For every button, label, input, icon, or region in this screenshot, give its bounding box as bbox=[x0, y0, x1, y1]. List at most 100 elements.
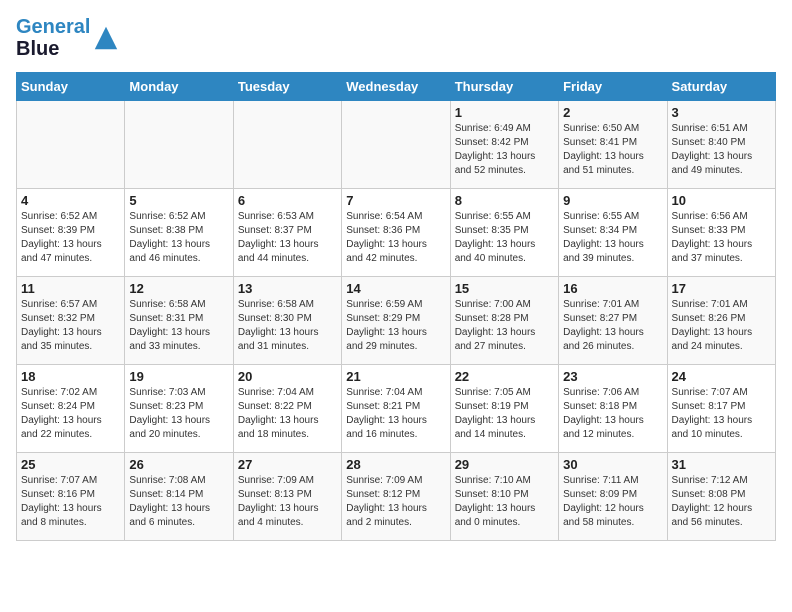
header-day: Wednesday bbox=[342, 73, 450, 101]
day-number: 10 bbox=[672, 193, 771, 208]
calendar-cell: 23 Sunrise: 7:06 AM Sunset: 8:18 PM Dayli… bbox=[559, 365, 667, 453]
day-number: 18 bbox=[21, 369, 120, 384]
day-info: Sunrise: 6:52 AM Sunset: 8:39 PM Dayligh… bbox=[21, 210, 120, 266]
day-number: 27 bbox=[238, 457, 337, 472]
calendar-cell: 21Sunrise: 7:04 AM Sunset: 8:21 PM Dayli… bbox=[342, 365, 450, 453]
calendar-cell bbox=[342, 101, 450, 189]
calendar-cell: 14 Sunrise: 6:59 AM Sunset: 8:29 PM Dayli… bbox=[342, 277, 450, 365]
day-info: Sunrise: 6:51 AM Sunset: 8:40 PM Dayligh… bbox=[672, 122, 771, 178]
day-info: Sunrise: 6:54 AM Sunset: 8:36 PM Dayligh… bbox=[346, 210, 445, 266]
calendar-cell: 12 Sunrise: 6:58 AM Sunset: 8:31 PM Dayli… bbox=[125, 277, 233, 365]
day-number: 20 bbox=[238, 369, 337, 384]
calendar-cell: 1 Sunrise: 6:49 AM Sunset: 8:42 PM Daylig… bbox=[450, 101, 558, 189]
day-info: Sunrise: 6:53 AM Sunset: 8:37 PM Dayligh… bbox=[238, 210, 337, 266]
calendar-cell: 25Sunrise: 7:07 AM Sunset: 8:16 PM Dayli… bbox=[17, 453, 125, 541]
calendar-cell: 11 Sunrise: 6:57 AM Sunset: 8:32 PM Dayli… bbox=[17, 277, 125, 365]
calendar-cell: 22 Sunrise: 7:05 AM Sunset: 8:19 PM Dayli… bbox=[450, 365, 558, 453]
calendar-cell: 9 Sunrise: 6:55 AM Sunset: 8:34 PM Daylig… bbox=[559, 189, 667, 277]
calendar-cell: 15Sunrise: 7:00 AM Sunset: 8:28 PM Dayli… bbox=[450, 277, 558, 365]
day-info: Sunrise: 7:01 AM Sunset: 8:27 PM Dayligh… bbox=[563, 298, 662, 354]
calendar-cell: 30 Sunrise: 7:11 AM Sunset: 8:09 PM Dayli… bbox=[559, 453, 667, 541]
header-day: Thursday bbox=[450, 73, 558, 101]
calendar-cell: 3 Sunrise: 6:51 AM Sunset: 8:40 PM Daylig… bbox=[667, 101, 775, 189]
day-info: Sunrise: 6:55 AM Sunset: 8:34 PM Dayligh… bbox=[563, 210, 662, 266]
day-number: 15 bbox=[455, 281, 554, 296]
logo: GeneralBlue bbox=[16, 16, 120, 60]
calendar-cell: 2 Sunrise: 6:50 AM Sunset: 8:41 PM Daylig… bbox=[559, 101, 667, 189]
day-info: Sunrise: 7:04 AM Sunset: 8:22 PM Dayligh… bbox=[238, 386, 337, 442]
header-day: Monday bbox=[125, 73, 233, 101]
day-number: 3 bbox=[672, 105, 771, 120]
day-info: Sunrise: 6:57 AM Sunset: 8:32 PM Dayligh… bbox=[21, 298, 120, 354]
day-info: Sunrise: 7:11 AM Sunset: 8:09 PM Dayligh… bbox=[563, 474, 662, 530]
day-info: Sunrise: 6:55 AM Sunset: 8:35 PM Dayligh… bbox=[455, 210, 554, 266]
calendar-cell: 4 Sunrise: 6:52 AM Sunset: 8:39 PM Daylig… bbox=[17, 189, 125, 277]
day-number: 29 bbox=[455, 457, 554, 472]
calendar-cell: 6 Sunrise: 6:53 AM Sunset: 8:37 PM Daylig… bbox=[233, 189, 341, 277]
day-number: 22 bbox=[455, 369, 554, 384]
calendar-cell: 10 Sunrise: 6:56 AM Sunset: 8:33 PM Dayli… bbox=[667, 189, 775, 277]
calendar-cell: 8 Sunrise: 6:55 AM Sunset: 8:35 PM Daylig… bbox=[450, 189, 558, 277]
calendar-cell: 5 Sunrise: 6:52 AM Sunset: 8:38 PM Daylig… bbox=[125, 189, 233, 277]
logo-text: GeneralBlue bbox=[16, 16, 90, 60]
day-info: Sunrise: 7:03 AM Sunset: 8:23 PM Dayligh… bbox=[129, 386, 228, 442]
day-number: 14 bbox=[346, 281, 445, 296]
logo-icon bbox=[92, 24, 120, 52]
day-number: 12 bbox=[129, 281, 228, 296]
day-info: Sunrise: 7:01 AM Sunset: 8:26 PM Dayligh… bbox=[672, 298, 771, 354]
header-day: Sunday bbox=[17, 73, 125, 101]
day-number: 2 bbox=[563, 105, 662, 120]
day-info: Sunrise: 7:10 AM Sunset: 8:10 PM Dayligh… bbox=[455, 474, 554, 530]
day-number: 26 bbox=[129, 457, 228, 472]
day-number: 4 bbox=[21, 193, 120, 208]
day-info: Sunrise: 6:58 AM Sunset: 8:31 PM Dayligh… bbox=[129, 298, 228, 354]
calendar-cell: 16 Sunrise: 7:01 AM Sunset: 8:27 PM Dayli… bbox=[559, 277, 667, 365]
calendar-header: SundayMondayTuesdayWednesdayThursdayFrid… bbox=[17, 73, 776, 101]
day-number: 1 bbox=[455, 105, 554, 120]
day-info: Sunrise: 7:05 AM Sunset: 8:19 PM Dayligh… bbox=[455, 386, 554, 442]
day-info: Sunrise: 7:04 AM Sunset: 8:21 PM Dayligh… bbox=[346, 386, 445, 442]
day-info: Sunrise: 6:58 AM Sunset: 8:30 PM Dayligh… bbox=[238, 298, 337, 354]
calendar-cell: 7 Sunrise: 6:54 AM Sunset: 8:36 PM Daylig… bbox=[342, 189, 450, 277]
day-number: 13 bbox=[238, 281, 337, 296]
calendar-cell: 28Sunrise: 7:09 AM Sunset: 8:12 PM Dayli… bbox=[342, 453, 450, 541]
day-number: 30 bbox=[563, 457, 662, 472]
day-number: 9 bbox=[563, 193, 662, 208]
day-number: 31 bbox=[672, 457, 771, 472]
calendar-week: 1 Sunrise: 6:49 AM Sunset: 8:42 PM Daylig… bbox=[17, 101, 776, 189]
calendar-cell bbox=[233, 101, 341, 189]
day-number: 11 bbox=[21, 281, 120, 296]
day-number: 24 bbox=[672, 369, 771, 384]
calendar-cell: 18Sunrise: 7:02 AM Sunset: 8:24 PM Dayli… bbox=[17, 365, 125, 453]
calendar-cell bbox=[17, 101, 125, 189]
day-number: 5 bbox=[129, 193, 228, 208]
day-number: 19 bbox=[129, 369, 228, 384]
calendar-table: SundayMondayTuesdayWednesdayThursdayFrid… bbox=[16, 72, 776, 541]
day-info: Sunrise: 6:49 AM Sunset: 8:42 PM Dayligh… bbox=[455, 122, 554, 178]
day-info: Sunrise: 6:59 AM Sunset: 8:29 PM Dayligh… bbox=[346, 298, 445, 354]
day-info: Sunrise: 7:06 AM Sunset: 8:18 PM Dayligh… bbox=[563, 386, 662, 442]
day-number: 7 bbox=[346, 193, 445, 208]
day-info: Sunrise: 6:56 AM Sunset: 8:33 PM Dayligh… bbox=[672, 210, 771, 266]
calendar-cell: 26 Sunrise: 7:08 AM Sunset: 8:14 PM Dayli… bbox=[125, 453, 233, 541]
calendar-cell bbox=[125, 101, 233, 189]
calendar-week: 18Sunrise: 7:02 AM Sunset: 8:24 PM Dayli… bbox=[17, 365, 776, 453]
page-header: GeneralBlue bbox=[16, 16, 776, 60]
calendar-cell: 20 Sunrise: 7:04 AM Sunset: 8:22 PM Dayli… bbox=[233, 365, 341, 453]
day-info: Sunrise: 7:09 AM Sunset: 8:13 PM Dayligh… bbox=[238, 474, 337, 530]
day-info: Sunrise: 7:09 AM Sunset: 8:12 PM Dayligh… bbox=[346, 474, 445, 530]
calendar-cell: 27 Sunrise: 7:09 AM Sunset: 8:13 PM Dayli… bbox=[233, 453, 341, 541]
day-number: 8 bbox=[455, 193, 554, 208]
day-number: 23 bbox=[563, 369, 662, 384]
day-info: Sunrise: 6:50 AM Sunset: 8:41 PM Dayligh… bbox=[563, 122, 662, 178]
calendar-week: 25Sunrise: 7:07 AM Sunset: 8:16 PM Dayli… bbox=[17, 453, 776, 541]
header-day: Tuesday bbox=[233, 73, 341, 101]
day-number: 6 bbox=[238, 193, 337, 208]
day-info: Sunrise: 7:08 AM Sunset: 8:14 PM Dayligh… bbox=[129, 474, 228, 530]
calendar-cell: 13 Sunrise: 6:58 AM Sunset: 8:30 PM Dayli… bbox=[233, 277, 341, 365]
calendar-cell: 19 Sunrise: 7:03 AM Sunset: 8:23 PM Dayli… bbox=[125, 365, 233, 453]
header-day: Saturday bbox=[667, 73, 775, 101]
day-info: Sunrise: 7:07 AM Sunset: 8:17 PM Dayligh… bbox=[672, 386, 771, 442]
day-number: 16 bbox=[563, 281, 662, 296]
day-info: Sunrise: 6:52 AM Sunset: 8:38 PM Dayligh… bbox=[129, 210, 228, 266]
